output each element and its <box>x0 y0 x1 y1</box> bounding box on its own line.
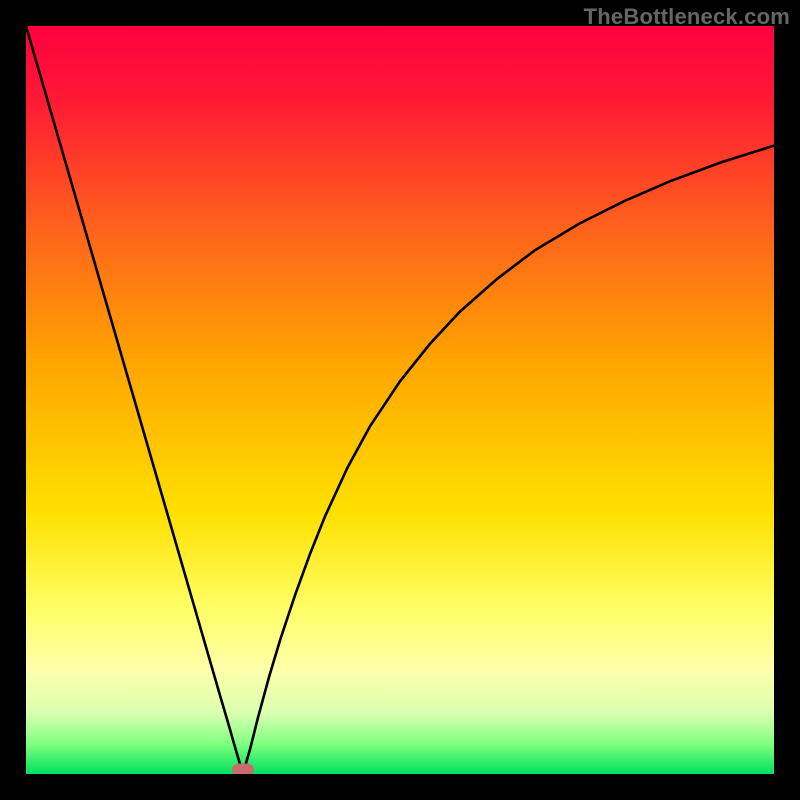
chart-frame: TheBottleneck.com <box>0 0 800 800</box>
optimal-point-marker <box>232 764 254 774</box>
curve-left-branch <box>26 26 243 774</box>
plot-area <box>26 26 774 774</box>
curve-right-branch <box>243 146 774 774</box>
bottleneck-curve <box>26 26 774 774</box>
watermark-text: TheBottleneck.com <box>584 4 790 30</box>
